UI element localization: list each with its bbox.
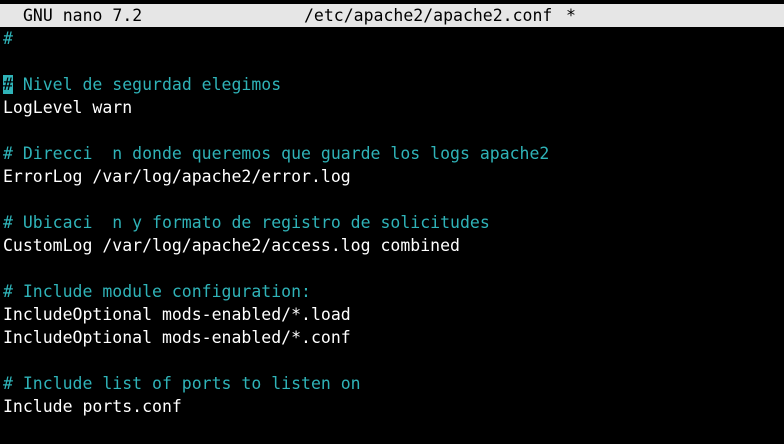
line-text: # [3, 29, 13, 48]
line-text: IncludeOptional mods-enabled/*.conf [3, 328, 351, 347]
config-line[interactable]: CustomLog /var/log/apache2/access.log co… [3, 234, 781, 257]
comment-line[interactable]: # Nivel de segurdad elegimos [3, 73, 781, 96]
text-editor-area[interactable]: # # Nivel de segurdad elegimos LogLevel wa… [3, 27, 781, 418]
line-text: Nivel de segurdad elegimos [12, 75, 282, 94]
line-text: Include ports.conf [3, 397, 182, 416]
file-path: /etc/apache2/apache2.conf [304, 6, 553, 25]
line-text: LogLevel warn [3, 98, 133, 117]
line-text: ErrorLog /var/log/apache2/error.log [3, 167, 351, 186]
config-line[interactable]: IncludeOptional mods-enabled/*.load [3, 303, 781, 326]
comment-line[interactable]: # Ubicaci n y formato de registro de sol… [3, 211, 781, 234]
line-text: # Direcci n donde queremos que guarde lo… [3, 144, 550, 163]
modified-indicator: * [566, 6, 576, 25]
blank-line[interactable] [3, 257, 781, 280]
config-line[interactable]: IncludeOptional mods-enabled/*.conf [3, 326, 781, 349]
comment-line[interactable]: # Include list of ports to listen on [3, 372, 781, 395]
line-text: CustomLog /var/log/apache2/access.log co… [3, 236, 460, 255]
text-cursor: # [3, 75, 13, 94]
config-line[interactable]: LogLevel warn [3, 96, 781, 119]
comment-line[interactable]: # Direcci n donde queremos que guarde lo… [3, 142, 781, 165]
config-line[interactable]: ErrorLog /var/log/apache2/error.log [3, 165, 781, 188]
nano-title-bar: GNU nano 7.2 /etc/apache2/apache2.conf * [0, 4, 784, 27]
line-text: # Include list of ports to listen on [3, 374, 361, 393]
line-text: # Ubicaci n y formato de registro de sol… [3, 213, 490, 232]
app-name: GNU nano 7.2 [23, 6, 143, 25]
line-text: IncludeOptional mods-enabled/*.load [3, 305, 351, 324]
comment-line[interactable]: # [3, 27, 781, 50]
blank-line[interactable] [3, 188, 781, 211]
blank-line[interactable] [3, 119, 781, 142]
blank-line[interactable] [3, 50, 781, 73]
comment-line[interactable]: # Include module configuration: [3, 280, 781, 303]
line-text: # Include module configuration: [3, 282, 311, 301]
blank-line[interactable] [3, 349, 781, 372]
config-line[interactable]: Include ports.conf [3, 395, 781, 418]
